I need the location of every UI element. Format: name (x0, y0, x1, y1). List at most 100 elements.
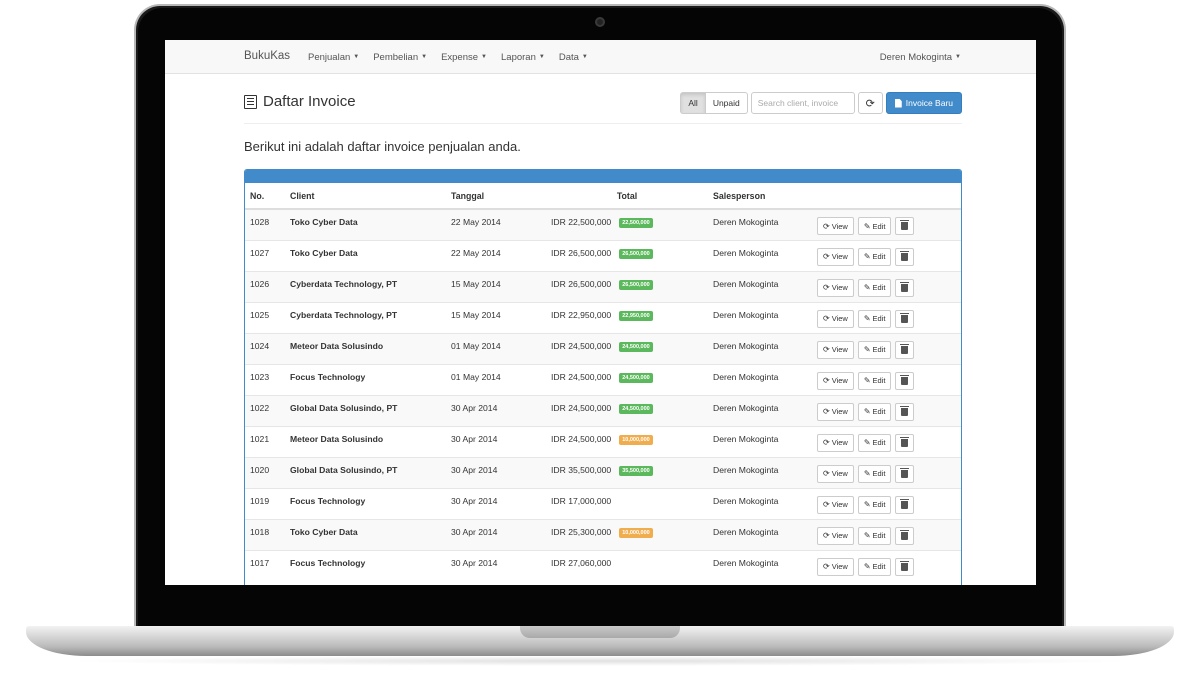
edit-button[interactable]: ✎ Edit (857, 278, 892, 297)
app-screen: BukuKas Penjualan ▼ Pembelian ▼ Expense ▼ L… (165, 40, 1036, 585)
table-row[interactable]: 1026 Cyberdata Technology, PT 15 May 2014 I… (245, 270, 961, 302)
table-row[interactable]: 1020 Global Data Solusindo, PT 30 Apr 2014… (245, 456, 961, 488)
filter-all-button[interactable]: All (680, 92, 706, 114)
caret-down-icon: ▼ (353, 54, 360, 61)
payment-badge: 24,500,000 (619, 403, 653, 414)
nav-item-label: Pembelian (373, 52, 419, 63)
view-button[interactable]: ⟳ View (817, 402, 854, 421)
salesperson: Deren Mokoginta (708, 425, 812, 457)
action-group: ⟳ View ✎ Edit (817, 433, 958, 452)
table-row[interactable]: 1019 Focus Technology 30 Apr 2014 IDR 17,00… (245, 487, 961, 519)
nav-item-data[interactable]: Data ▼ (559, 52, 588, 63)
invoice-panel: No. Client Tanggal Total Salesperson 102… (244, 169, 962, 585)
row-actions: ⟳ View ✎ Edit (812, 518, 961, 550)
delete-button[interactable] (895, 278, 915, 297)
edit-button[interactable]: ✎ Edit (857, 433, 892, 452)
brand-logo[interactable]: BukuKas (244, 50, 290, 62)
invoice-total-cell: IDR 27,060,000 (546, 549, 708, 581)
delete-button[interactable] (895, 247, 915, 266)
view-icon: ⟳ (823, 469, 830, 478)
edit-button[interactable]: ✎ Edit (857, 557, 892, 576)
delete-button[interactable] (895, 309, 915, 328)
edit-label: Edit (872, 283, 886, 292)
view-button[interactable]: ⟳ View (817, 340, 854, 359)
view-button[interactable]: ⟳ View (817, 464, 854, 483)
view-icon: ⟳ (823, 531, 830, 540)
action-group: ⟳ View ✎ Edit (817, 278, 958, 297)
delete-button[interactable] (895, 433, 915, 452)
edit-button[interactable]: ✎ Edit (857, 464, 892, 483)
trash-icon (900, 560, 910, 571)
view-button[interactable]: ⟳ View (817, 371, 854, 390)
caret-down-icon: ▼ (421, 54, 428, 61)
table-row[interactable]: 1017 Focus Technology 30 Apr 2014 IDR 27,06… (245, 549, 961, 581)
edit-icon: ✎ (863, 252, 871, 261)
delete-button[interactable] (895, 526, 915, 545)
column-header-salesperson: Salesperson (708, 183, 812, 210)
table-row[interactable]: 1028 Toko Cyber Data 22 May 2014 IDR 22,500… (245, 208, 961, 240)
table-row[interactable]: 1024 Meteor Data Solusindo 01 May 2014 IDR … (245, 332, 961, 364)
new-invoice-button[interactable]: Invoice Baru (885, 92, 962, 114)
client-name: Toko Cyber Data (285, 208, 446, 240)
table-row[interactable]: 1021 Meteor Data Solusindo 30 Apr 2014 IDR … (245, 425, 961, 457)
nav-item-expense[interactable]: Expense ▼ (441, 52, 487, 63)
new-invoice-label: Invoice Baru (905, 98, 953, 108)
view-icon: ⟳ (823, 221, 830, 231)
edit-button[interactable]: ✎ Edit (857, 495, 892, 514)
edit-button[interactable]: ✎ Edit (857, 526, 892, 545)
view-label: View (831, 500, 848, 509)
search-input[interactable] (750, 92, 855, 114)
table-row[interactable]: 1022 Global Data Solusindo, PT 30 Apr 2014… (245, 394, 961, 426)
nav-item-pembelian[interactable]: Pembelian ▼ (373, 52, 427, 63)
user-menu[interactable]: Deren Mokoginta ▼ (880, 52, 961, 63)
delete-button[interactable] (895, 371, 915, 390)
invoice-total: IDR 24,500,000 (551, 402, 612, 413)
edit-icon: ✎ (863, 562, 871, 571)
nav-item-laporan[interactable]: Laporan ▼ (501, 52, 545, 63)
delete-button[interactable] (895, 340, 915, 359)
delete-button[interactable] (895, 217, 915, 235)
edit-button[interactable]: ✎ Edit (857, 340, 892, 359)
edit-button[interactable]: ✎ Edit (857, 371, 892, 390)
payment-badge: 10,000,000 (619, 527, 653, 538)
table-row[interactable]: 1025 Cyberdata Technology, PT 15 May 2014 I… (245, 301, 961, 333)
table-row[interactable]: 1018 Toko Cyber Data 30 Apr 2014 IDR 25,300… (245, 518, 961, 550)
view-button[interactable]: ⟳ View (817, 309, 854, 328)
client-name: Focus Technology (285, 549, 446, 581)
invoice-total: IDR 22,950,000 (551, 309, 612, 320)
laptop-notch (520, 626, 680, 638)
panel-heading (245, 170, 961, 183)
edit-button[interactable]: ✎ Edit (857, 217, 892, 235)
view-button[interactable]: ⟳ View (817, 433, 854, 452)
invoice-date: 01 May 2014 (446, 363, 546, 395)
invoice-total-cell: IDR 26,500,000 26,500,000 (546, 270, 708, 302)
navbar: BukuKas Penjualan ▼ Pembelian ▼ Expense ▼ L… (165, 40, 1036, 74)
delete-button[interactable] (895, 495, 915, 514)
edit-button[interactable]: ✎ Edit (857, 402, 892, 421)
edit-label: Edit (872, 438, 886, 447)
view-button[interactable]: ⟳ View (817, 557, 854, 576)
table-row[interactable]: 1027 Toko Cyber Data 22 May 2014 IDR 26,500… (245, 239, 961, 271)
edit-button[interactable]: ✎ Edit (857, 247, 892, 266)
client-name: Global Data Solusindo, PT (285, 394, 446, 426)
delete-button[interactable] (895, 557, 915, 576)
view-label: View (831, 376, 848, 385)
table-row[interactable]: 1023 Focus Technology 01 May 2014 IDR 24,50… (245, 363, 961, 395)
view-button[interactable]: ⟳ View (817, 247, 854, 266)
view-button[interactable]: ⟳ View (817, 495, 854, 514)
view-button[interactable]: ⟳ View (817, 217, 854, 235)
view-button[interactable]: ⟳ View (817, 278, 854, 297)
nav-item-penjualan[interactable]: Penjualan ▼ (308, 52, 359, 63)
client-name: Cyberdata Technology, PT (285, 270, 446, 302)
invoice-number: 1021 (245, 425, 285, 457)
edit-button[interactable]: ✎ Edit (857, 309, 892, 328)
view-button[interactable]: ⟳ View (817, 526, 854, 545)
delete-button[interactable] (895, 402, 915, 421)
lead-text: Berikut ini adalah daftar invoice penjua… (244, 139, 521, 154)
table-header-row: No. Client Tanggal Total Salesperson (245, 183, 961, 210)
refresh-button[interactable]: ⟳ (857, 92, 883, 114)
filter-unpaid-button[interactable]: Unpaid (705, 92, 748, 114)
list-alt-icon (244, 94, 257, 109)
delete-button[interactable] (895, 464, 915, 483)
page-header: Daftar Invoice All Unpaid ⟳ Invoice Baru (244, 90, 962, 124)
